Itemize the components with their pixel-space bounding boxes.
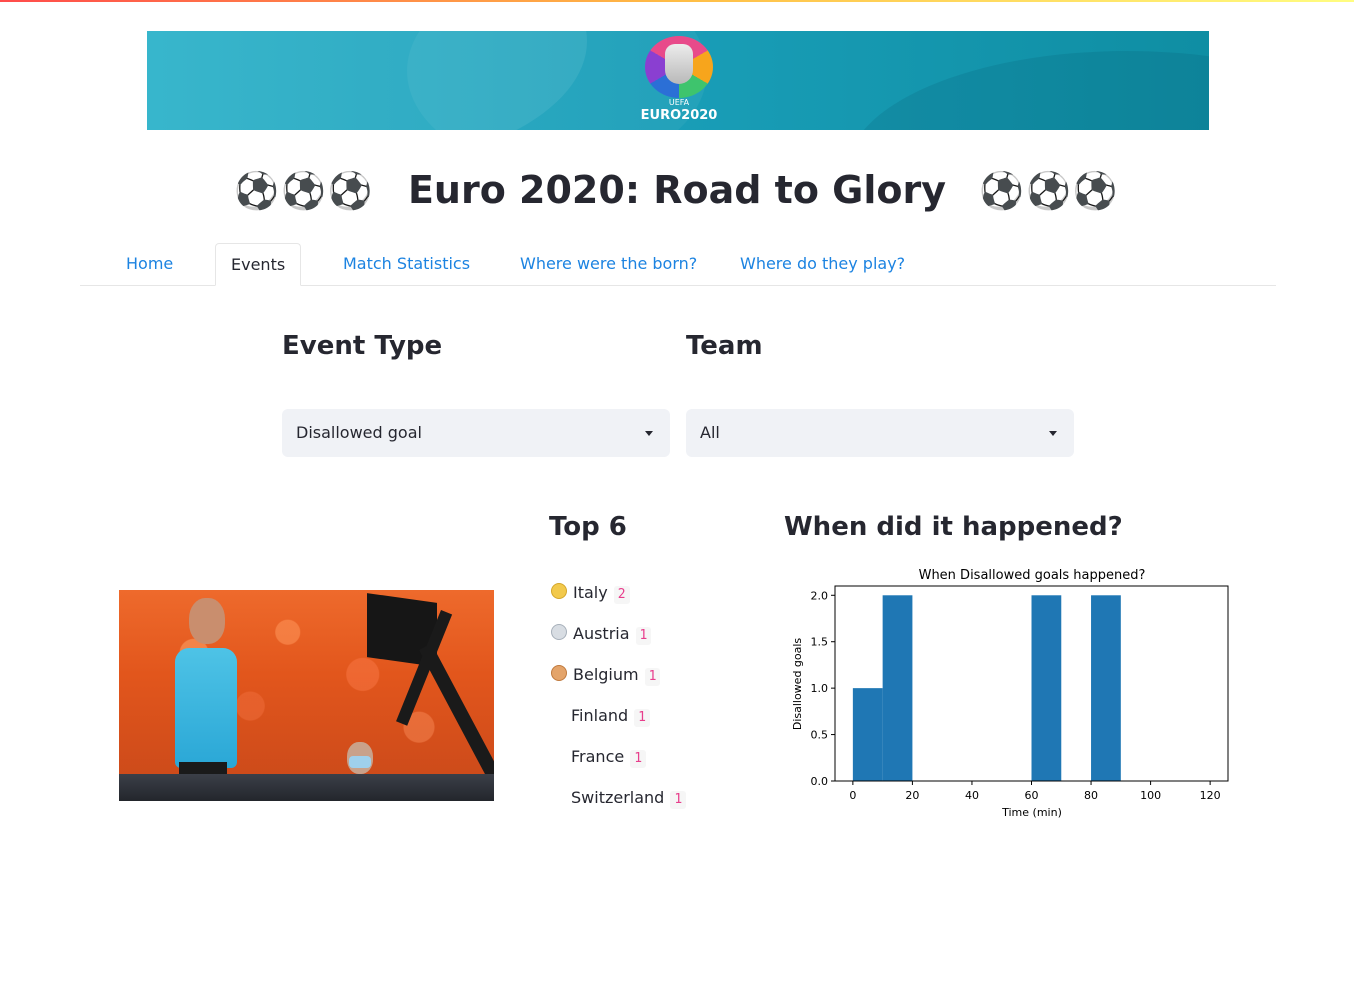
x-tick-label: 0 bbox=[849, 789, 856, 802]
logo-uefa-text: UEFA bbox=[668, 98, 690, 107]
x-tick-label: 80 bbox=[1084, 789, 1098, 802]
tab-where-play[interactable]: Where do they play? bbox=[740, 243, 905, 284]
when-heading: When did it happened? bbox=[784, 512, 1123, 542]
page-title: ⚽⚽⚽ Euro 2020: Road to Glory ⚽⚽⚽ bbox=[0, 168, 1354, 212]
y-tick-label: 0.5 bbox=[811, 729, 829, 742]
x-tick-label: 120 bbox=[1200, 789, 1221, 802]
caret-down-icon bbox=[1049, 431, 1057, 436]
event-type-label: Event Type bbox=[282, 331, 443, 361]
team-label: Team bbox=[686, 331, 763, 361]
rank-team: Belgium bbox=[573, 665, 639, 684]
y-tick-label: 1.0 bbox=[811, 682, 829, 695]
rank-item-1: Italy 2 bbox=[551, 583, 630, 604]
top-accent-bar bbox=[0, 0, 1354, 2]
rank-count: 1 bbox=[644, 668, 661, 686]
rank-count: 1 bbox=[630, 750, 647, 768]
rank-team: Finland bbox=[571, 706, 629, 725]
tab-where-born[interactable]: Where were the born? bbox=[520, 243, 697, 284]
rank-count: 2 bbox=[613, 586, 630, 604]
tab-events[interactable]: Events bbox=[215, 243, 302, 286]
euro2020-banner: UEFA EURO2020 bbox=[147, 31, 1209, 130]
soccer-ball-icons-right: ⚽⚽⚽ bbox=[979, 171, 1120, 212]
x-tick-label: 20 bbox=[905, 789, 919, 802]
page-title-text: Euro 2020: Road to Glory bbox=[407, 168, 947, 212]
event-type-select[interactable]: Disallowed goal bbox=[282, 409, 670, 457]
var-referee-photo bbox=[119, 590, 494, 801]
rank-item-5: France 1 bbox=[571, 747, 647, 768]
chart-ylabel: Disallowed goals bbox=[791, 638, 804, 731]
y-tick-label: 1.5 bbox=[811, 636, 829, 649]
x-tick-label: 60 bbox=[1025, 789, 1039, 802]
rank-team: Italy bbox=[573, 583, 608, 602]
rank-count: 1 bbox=[670, 791, 687, 809]
histogram-bar bbox=[852, 688, 883, 781]
euro2020-logo: UEFA EURO2020 bbox=[637, 34, 721, 126]
silver-medal-icon bbox=[551, 624, 567, 640]
logo-euro-text: EURO2020 bbox=[640, 108, 718, 123]
gold-medal-icon bbox=[551, 583, 567, 599]
team-value: All bbox=[700, 423, 720, 442]
chart-xlabel: Time (min) bbox=[1001, 806, 1062, 819]
rank-team: Austria bbox=[573, 624, 630, 643]
tab-home[interactable]: Home bbox=[126, 243, 173, 284]
x-tick-label: 100 bbox=[1140, 789, 1161, 802]
histogram-bar bbox=[1091, 595, 1121, 781]
rank-item-6: Switzerland 1 bbox=[571, 788, 687, 809]
bronze-medal-icon bbox=[551, 665, 567, 681]
caret-down-icon bbox=[645, 431, 653, 436]
top6-heading: Top 6 bbox=[549, 512, 627, 542]
soccer-ball-icons-left: ⚽⚽⚽ bbox=[234, 171, 375, 212]
rank-team: Switzerland bbox=[571, 788, 665, 807]
rank-count: 1 bbox=[634, 709, 650, 727]
rank-count: 1 bbox=[635, 627, 652, 645]
disallowed-goals-histogram: When Disallowed goals happened? Disallow… bbox=[784, 560, 1244, 830]
event-type-value: Disallowed goal bbox=[296, 423, 422, 442]
histogram-bar bbox=[882, 595, 913, 781]
rank-item-2: Austria 1 bbox=[551, 624, 652, 645]
team-select[interactable]: All bbox=[686, 409, 1074, 457]
rank-item-4: Finland 1 bbox=[571, 706, 650, 727]
rank-item-3: Belgium 1 bbox=[551, 665, 661, 686]
histogram-svg: When Disallowed goals happened? Disallow… bbox=[791, 568, 1229, 819]
chart-title: When Disallowed goals happened? bbox=[919, 568, 1146, 583]
x-tick-label: 40 bbox=[965, 789, 979, 802]
y-tick-label: 2.0 bbox=[811, 589, 829, 602]
tab-bar: Home Events Match Statistics Where were … bbox=[80, 243, 1276, 286]
histogram-bar bbox=[1031, 595, 1062, 781]
tab-match-statistics[interactable]: Match Statistics bbox=[343, 243, 470, 284]
y-tick-label: 0.0 bbox=[811, 775, 829, 788]
rank-team: France bbox=[571, 747, 625, 766]
